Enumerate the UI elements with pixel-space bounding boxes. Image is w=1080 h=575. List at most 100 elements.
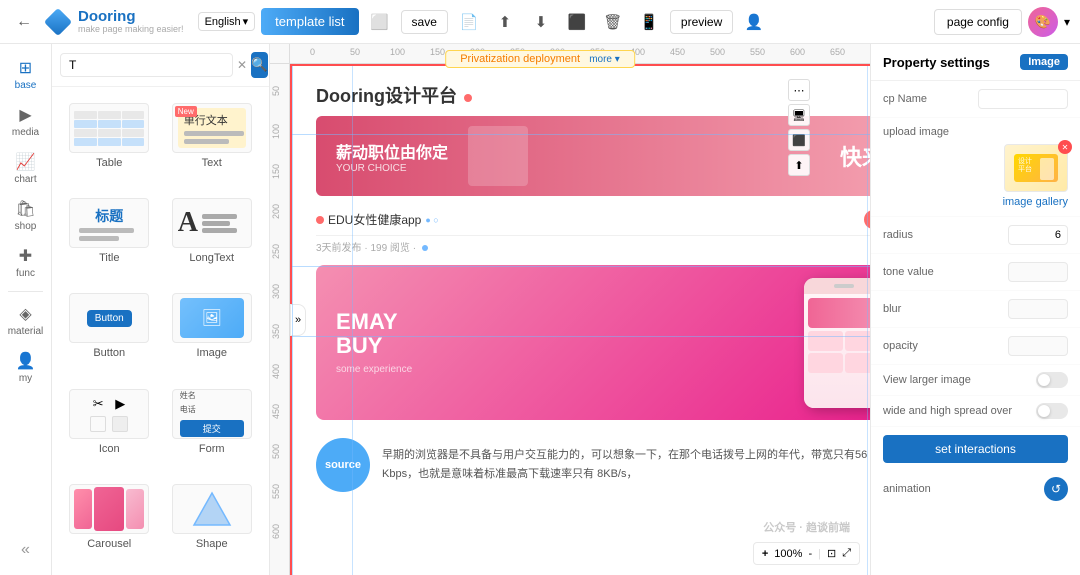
zoom-minus[interactable]: + xyxy=(762,548,768,560)
icon-btn-1[interactable]: ⬜ xyxy=(365,7,395,37)
icon-btn-user[interactable]: 👤 xyxy=(739,7,769,37)
shop-icon: 🛍 xyxy=(15,199,35,219)
left-sidebar: ⊞ base ▶ media 📈 chart 🛍 shop ✚ func ◈ m… xyxy=(0,44,52,575)
upload-image-area: upload image 设计平台 ✕ image galler xyxy=(871,118,1080,217)
save-button[interactable]: save xyxy=(401,10,448,34)
component-longtext[interactable]: A LongText xyxy=(165,192,260,279)
media-icon: ▶ xyxy=(19,105,31,125)
title-label: Title xyxy=(99,252,119,264)
more-link[interactable]: more ▾ xyxy=(589,54,620,65)
search-button[interactable]: 🔍 xyxy=(251,52,268,78)
sidebar-item-shop[interactable]: 🛍 shop xyxy=(0,193,51,238)
icon-preview: ✂ ▶ xyxy=(69,389,149,439)
opacity-row: opacity xyxy=(871,328,1080,365)
set-interactions-button[interactable]: set interactions xyxy=(883,435,1068,463)
zoom-plus[interactable]: - xyxy=(808,548,812,560)
animation-icon[interactable]: ↺ xyxy=(1044,477,1068,501)
emay-title: EMAY xyxy=(336,310,412,334)
emay-subtitle: BUY xyxy=(336,334,412,358)
title-dot xyxy=(464,94,472,102)
property-settings-header: Property settings Image xyxy=(871,44,1080,81)
search-input[interactable] xyxy=(60,53,233,77)
animation-row: animation ↺ xyxy=(871,471,1080,507)
blur-input[interactable] xyxy=(1008,299,1068,319)
component-panel: ✕ 🔍 Table New xyxy=(52,44,270,575)
wide-high-toggle[interactable] xyxy=(1036,403,1068,419)
sidebar-item-chart[interactable]: 📈 chart xyxy=(0,146,51,191)
main-layout: ⊞ base ▶ media 📈 chart 🛍 shop ✚ func ◈ m… xyxy=(0,44,1080,575)
upload-image-label: upload image xyxy=(883,126,1068,138)
sidebar-item-my[interactable]: 👤 my xyxy=(0,345,51,390)
image-tab[interactable]: Image xyxy=(1020,54,1068,70)
privatization-bar: Privatization deployment more ▾ xyxy=(445,50,635,68)
blur-label: blur xyxy=(883,303,901,315)
component-image[interactable]: 🖼 Image xyxy=(165,287,260,374)
icon-btn-social[interactable]: 📱 xyxy=(634,7,664,37)
icon-btn-copy[interactable]: ⬛ xyxy=(562,7,592,37)
page-config-button[interactable]: page config xyxy=(934,9,1022,35)
top-toolbar: ← Dooring make page making easier! Engli… xyxy=(0,0,1080,44)
sidebar-collapse-button[interactable]: « xyxy=(13,533,38,567)
source-button[interactable]: source xyxy=(316,438,370,492)
side-ctrl-3[interactable]: ⬛ xyxy=(788,129,810,151)
banner-section[interactable]: 薪动职位由你定 YOUR CHOICE 快来 xyxy=(316,116,870,196)
component-shape[interactable]: Shape xyxy=(165,478,260,565)
search-bar: ✕ 🔍 xyxy=(52,44,269,87)
icon-btn-download[interactable]: ⬇ xyxy=(526,7,556,37)
image-preview-box[interactable]: 设计平台 xyxy=(1004,144,1068,192)
view-larger-label: View larger image xyxy=(883,374,971,386)
banner-right-text: 快来 xyxy=(840,140,870,172)
text-label: Text xyxy=(202,157,222,169)
emay-section[interactable]: EMAY BUY some experience xyxy=(316,265,870,420)
component-title[interactable]: 标题 Title xyxy=(62,192,157,279)
table-label: Table xyxy=(96,157,122,169)
side-ctrl-4[interactable]: ⬆ xyxy=(788,154,810,176)
image-preview: 🖼 xyxy=(172,293,252,343)
tone-value-input[interactable] xyxy=(1008,262,1068,282)
side-ctrl-1[interactable]: ⋯ xyxy=(788,79,810,101)
fullscreen-icon[interactable]: ⤢ xyxy=(842,547,851,560)
language-button[interactable]: English ▾ xyxy=(198,12,256,31)
avatar-dropdown[interactable]: ▾ xyxy=(1064,15,1070,29)
sidebar-item-material[interactable]: ◈ material xyxy=(0,298,51,343)
follow-button[interactable]: 关注 xyxy=(864,210,870,229)
icon-btn-delete[interactable]: 🗑 xyxy=(598,7,628,37)
side-ctrl-2[interactable]: 🖥 xyxy=(788,104,810,126)
form-label: Form xyxy=(199,443,225,455)
image-gallery-link[interactable]: image gallery xyxy=(883,196,1068,208)
component-form[interactable]: 姓名 电话 提交 Form xyxy=(165,383,260,470)
app-title: EDU女性健康app xyxy=(328,211,421,228)
ruler-vertical: 50 100 150 200 250 300 350 400 450 500 5… xyxy=(270,64,290,575)
radius-label: radius xyxy=(883,229,913,241)
panel-expand-arrow[interactable]: » xyxy=(290,304,306,336)
view-larger-toggle[interactable] xyxy=(1036,372,1068,388)
component-icon[interactable]: ✂ ▶ Icon xyxy=(62,383,157,470)
sidebar-item-media[interactable]: ▶ media xyxy=(0,99,51,144)
icon-btn-2[interactable]: 📄 xyxy=(454,7,484,37)
sidebar-item-base[interactable]: ⊞ base xyxy=(0,52,51,97)
fit-icon[interactable]: ⊡ xyxy=(827,547,836,560)
sidebar-item-func[interactable]: ✚ func xyxy=(0,240,51,285)
icon-btn-upload[interactable]: ⬆ xyxy=(490,7,520,37)
preview-button[interactable]: preview xyxy=(670,10,733,34)
phone-mockup xyxy=(804,278,870,408)
component-button[interactable]: Button Button xyxy=(62,287,157,374)
canvas-main: 50 100 150 200 250 300 350 400 450 500 5… xyxy=(270,64,870,575)
opacity-label: opacity xyxy=(883,340,918,352)
component-carousel[interactable]: Carousel xyxy=(62,478,157,565)
view-larger-row: View larger image xyxy=(871,365,1080,396)
property-settings-title: Property settings xyxy=(883,55,990,70)
radius-input[interactable] xyxy=(1008,225,1068,245)
opacity-input[interactable] xyxy=(1008,336,1068,356)
back-button[interactable]: ← xyxy=(10,8,38,36)
component-text[interactable]: New 单行文本 Text xyxy=(165,97,260,184)
remove-image-button[interactable]: ✕ xyxy=(1058,140,1072,154)
user-avatar[interactable]: 🎨 xyxy=(1028,7,1058,37)
canvas-scroll[interactable]: Dooring设计平台 薪动职位由你定 YOUR CHOICE 快来 xyxy=(290,64,870,575)
component-table[interactable]: Table xyxy=(62,97,157,184)
search-clear-icon[interactable]: ✕ xyxy=(237,58,247,72)
radius-row: radius xyxy=(871,217,1080,254)
template-list-button[interactable]: template list xyxy=(261,8,358,35)
cp-name-input[interactable] xyxy=(978,89,1068,109)
new-badge: New xyxy=(175,106,197,117)
